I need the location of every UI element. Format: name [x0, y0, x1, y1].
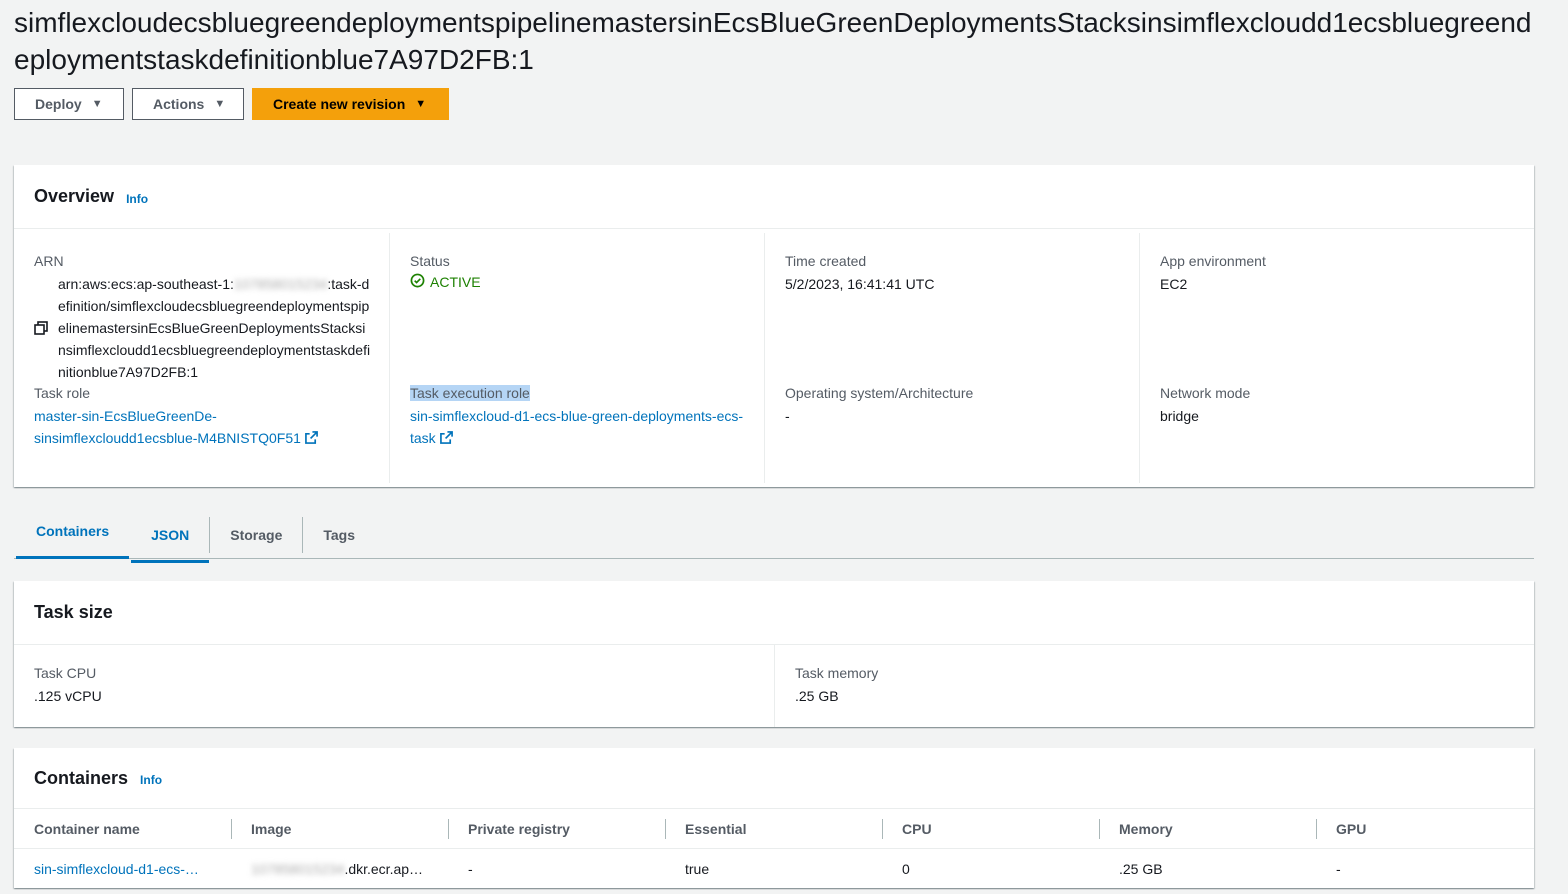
arn-value: arn:aws:ecs:ap-southeast-1:107858015234:…: [58, 273, 373, 383]
taskrole-label: Task role: [34, 385, 91, 401]
status-value: ACTIVE: [430, 274, 481, 290]
tab-tags[interactable]: Tags: [302, 517, 375, 553]
tab-storage[interactable]: Storage: [209, 517, 302, 553]
containers-info-link[interactable]: Info: [140, 773, 162, 787]
overview-heading: Overview: [34, 186, 115, 206]
page-title: simflexcloudecsbluegreendeploymentspipel…: [14, 7, 1532, 75]
column-header[interactable]: GPU: [1316, 808, 1534, 849]
column-header[interactable]: Container name: [14, 808, 231, 849]
app-environment-cell: App environment EC2: [1139, 233, 1514, 383]
time-label: Time created: [785, 253, 867, 269]
column-header[interactable]: Memory: [1099, 808, 1316, 849]
containers-table: Container name Image Private registry Es…: [14, 808, 1534, 889]
task-size-header: Task size: [14, 581, 1534, 645]
task-cpu-cell: Task CPU .125 vCPU: [14, 645, 774, 727]
column-header[interactable]: Image: [231, 808, 448, 849]
arn-cell: ARN arn:aws:ecs:ap-southeast-1:107858015…: [14, 233, 389, 383]
netmode-value: bridge: [1160, 408, 1199, 424]
task-role-link[interactable]: master-sin-EcsBlueGreenDe-sinsimflexclou…: [34, 405, 373, 449]
actions-button[interactable]: Actions ▼: [132, 88, 244, 120]
table-row: sin-simflexcloud-d1-ecs-… 107858015234.d…: [14, 849, 1534, 889]
status-badge: ACTIVE: [410, 273, 748, 291]
task-size-row: Task CPU .125 vCPU Task memory .25 GB: [14, 645, 1534, 727]
execrole-label-text: Task execution role: [410, 385, 530, 401]
appenv-value: EC2: [1160, 276, 1188, 292]
os-architecture-cell: Operating system/Architecture -: [764, 383, 1139, 483]
network-mode-cell: Network mode bridge: [1139, 383, 1514, 483]
containers-heading: Containers: [34, 767, 129, 788]
tab-strip: JSON Storage Tags: [129, 513, 375, 563]
create-label: Create new revision: [273, 96, 406, 112]
time-value: 5/2/2023, 16:41:41 UTC: [785, 276, 935, 292]
table-header-row: Container name Image Private registry Es…: [14, 808, 1534, 849]
tab-containers[interactable]: Containers: [16, 513, 130, 559]
task-size-heading: Task size: [34, 602, 113, 622]
time-created-cell: Time created 5/2/2023, 16:41:41 UTC: [764, 233, 1139, 383]
task-size-panel: Task size Task CPU .125 vCPU Task memory…: [14, 581, 1534, 727]
task-cpu-label: Task CPU: [34, 665, 97, 681]
detail-tabs: Containers JSON Storage Tags: [14, 513, 1534, 563]
overview-info-link[interactable]: Info: [126, 192, 148, 206]
header-actions: Deploy ▼ Actions ▼ Create new revision ▼: [14, 88, 449, 120]
external-link-icon: [304, 428, 318, 444]
container-name-link[interactable]: sin-simflexcloud-d1-ecs-…: [14, 849, 231, 889]
container-cpu: 0: [902, 860, 910, 877]
actions-label: Actions: [153, 96, 205, 112]
overview-panel: Overview Info ARN arn:aws:ecs:ap-southea…: [14, 165, 1534, 487]
caret-down-icon: ▼: [91, 98, 103, 110]
container-image: 107858015234.dkr.ecr.ap…: [251, 860, 424, 877]
task-memory-value: .25 GB: [795, 688, 839, 704]
task-role-link-text: master-sin-EcsBlueGreenDe-sinsimflexclou…: [34, 408, 301, 446]
overview-header: Overview Info: [14, 165, 1534, 229]
execrole-label: Task execution role: [410, 383, 748, 403]
status-check-icon: [410, 273, 425, 291]
arn-label: ARN: [34, 253, 64, 269]
task-cpu-value: .125 vCPU: [34, 688, 102, 704]
containers-panel: Containers Info Container name Image Pri…: [14, 748, 1534, 888]
containers-header: Containers Info: [14, 748, 1534, 808]
arn-prefix: arn:aws:ecs:ap-southeast-1:: [58, 276, 234, 292]
appenv-label: App environment: [1160, 253, 1266, 269]
os-value: -: [785, 408, 790, 424]
caret-down-icon: ▼: [415, 98, 427, 110]
container-private-registry: -: [468, 860, 473, 877]
create-new-revision-button[interactable]: Create new revision ▼: [252, 88, 449, 120]
overview-row-2: Task role master-sin-EcsBlueGreenDe-sins…: [14, 383, 1534, 483]
netmode-label: Network mode: [1160, 385, 1251, 401]
status-cell: Status ACTIVE: [389, 233, 764, 383]
task-execution-role-link[interactable]: sin-simflexcloud-d1-ecs-blue-green-deplo…: [410, 405, 748, 449]
column-header[interactable]: Essential: [665, 808, 882, 849]
status-label: Status: [410, 253, 450, 269]
arn-account-redacted: 107858015234: [233, 276, 328, 292]
task-memory-cell: Task memory .25 GB: [774, 645, 1534, 727]
deploy-label: Deploy: [35, 96, 82, 112]
task-memory-label: Task memory: [795, 665, 879, 681]
task-role-cell: Task role master-sin-EcsBlueGreenDe-sins…: [14, 383, 389, 483]
column-header[interactable]: Private registry: [448, 808, 665, 849]
execrole-link-text: sin-simflexcloud-d1-ecs-blue-green-deplo…: [410, 408, 744, 446]
os-label: Operating system/Architecture: [785, 385, 974, 401]
copy-icon[interactable]: [34, 273, 58, 383]
container-gpu: -: [1336, 860, 1341, 877]
external-link-icon: [439, 428, 453, 444]
caret-down-icon: ▼: [214, 98, 226, 110]
task-execution-role-cell: Task execution role sin-simflexcloud-d1-…: [389, 383, 764, 483]
deploy-button[interactable]: Deploy ▼: [14, 88, 124, 120]
tab-json[interactable]: JSON: [131, 517, 210, 563]
overview-row-1: ARN arn:aws:ecs:ap-southeast-1:107858015…: [14, 229, 1534, 383]
container-essential: true: [685, 860, 710, 877]
column-header[interactable]: CPU: [882, 808, 1099, 849]
container-memory: .25 GB: [1119, 860, 1163, 877]
